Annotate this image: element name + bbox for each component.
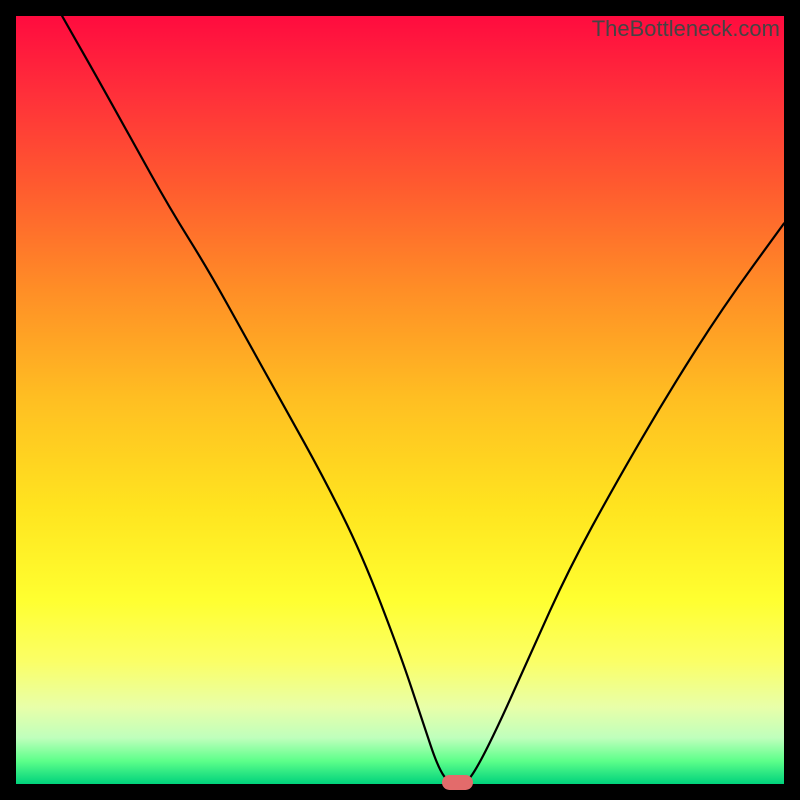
curve-path xyxy=(62,16,784,784)
optimum-marker xyxy=(442,775,473,790)
bottleneck-curve xyxy=(16,16,784,784)
plot-area: TheBottleneck.com xyxy=(16,16,784,784)
chart-frame: TheBottleneck.com xyxy=(0,0,800,800)
